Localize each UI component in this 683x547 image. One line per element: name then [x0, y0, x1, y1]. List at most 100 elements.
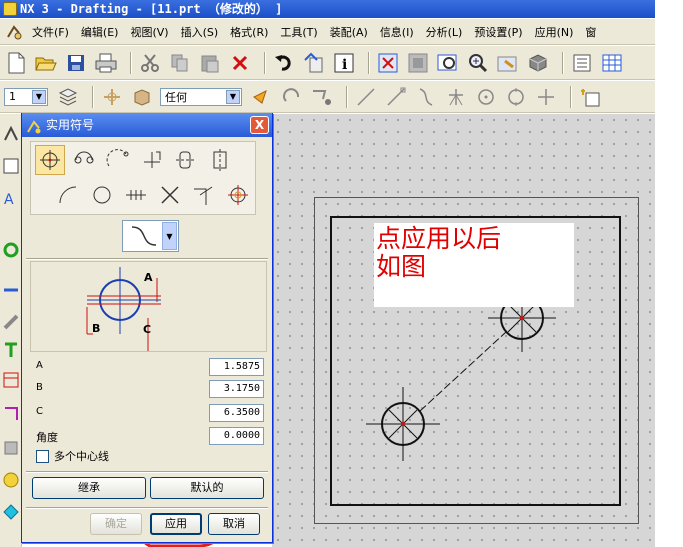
deselect-icon[interactable]	[280, 85, 304, 109]
utility-symbols-dialog: 实用符号 X ▼ A B C A 1.5875 B 3.1750 C 6.350…	[21, 113, 273, 543]
cylindrical-centerline-button[interactable]	[171, 145, 201, 175]
save-icon[interactable]	[64, 51, 88, 75]
zoom-box-icon[interactable]	[436, 51, 460, 75]
repeat-command-icon[interactable]	[302, 51, 326, 75]
zoom-in-out-icon[interactable]	[466, 51, 490, 75]
annotation-icon[interactable]	[578, 85, 602, 109]
paste-icon[interactable]	[198, 51, 222, 75]
measure-tool-icon[interactable]	[3, 314, 19, 330]
nx-logo-icon	[3, 2, 17, 16]
snap-point-icon[interactable]	[100, 85, 124, 109]
circular-centerline-icon	[106, 149, 129, 167]
copy-icon[interactable]	[168, 51, 192, 75]
circular-centerline-button[interactable]	[103, 145, 133, 175]
menu-application[interactable]: 应用(N)	[529, 24, 580, 40]
arc-center-snap-icon[interactable]	[474, 85, 498, 109]
inherit-button[interactable]: 继承	[32, 477, 146, 499]
chevron-down-icon: ▼	[32, 89, 46, 104]
menu-view[interactable]: 视图(V)	[124, 24, 174, 40]
dialog-title-bar[interactable]: 实用符号 X	[22, 113, 272, 137]
undo-icon[interactable]	[272, 51, 296, 75]
apply-button[interactable]: 应用	[150, 513, 202, 535]
quadrant-snap-icon[interactable]	[504, 85, 528, 109]
yellow-tool-icon[interactable]	[3, 472, 19, 488]
section-divider	[26, 471, 268, 473]
param-c-input[interactable]: 6.3500	[209, 404, 264, 422]
gray-tool-icon[interactable]	[3, 440, 19, 456]
information-icon[interactable]: i	[332, 51, 356, 75]
selection-tool-icon[interactable]	[310, 85, 334, 109]
drafting-app-icon[interactable]	[6, 24, 22, 40]
fit-view-icon[interactable]	[376, 51, 400, 75]
drafting-tool-icon[interactable]	[3, 125, 19, 142]
select-filter-icon[interactable]	[250, 85, 274, 109]
intersection-snap-icon[interactable]	[444, 85, 468, 109]
new-file-icon[interactable]	[4, 51, 28, 75]
centerline-style-select[interactable]: ▼	[122, 220, 179, 252]
dialog-app-icon	[27, 118, 41, 134]
full-bolt-circle-button[interactable]	[87, 180, 117, 210]
layer-settings-icon[interactable]	[56, 85, 80, 109]
symbol-tool-icon[interactable]	[3, 406, 19, 422]
selection-filter-dropdown[interactable]: 任何 ▼	[160, 87, 242, 106]
intersection-symbol-button[interactable]	[189, 180, 219, 210]
end-point-snap-icon[interactable]	[384, 85, 408, 109]
open-folder-icon[interactable]	[34, 51, 58, 75]
arc-centerline-button[interactable]	[53, 180, 83, 210]
multi-centerline-label: 多个中心线	[54, 450, 109, 463]
existing-point-snap-icon[interactable]	[534, 85, 558, 109]
param-b-input[interactable]: 3.1750	[209, 380, 264, 398]
dimension-tool-icon[interactable]	[3, 282, 19, 298]
screw-symbol-button[interactable]	[223, 180, 253, 210]
text-tool-icon[interactable]: A	[3, 190, 19, 208]
param-angle-input[interactable]: 0.0000	[209, 427, 264, 445]
line-snap-icon[interactable]	[354, 85, 378, 109]
menu-analysis[interactable]: 分析(L)	[420, 24, 469, 40]
menu-edit[interactable]: 编辑(E)	[75, 24, 125, 40]
view-tool-icon[interactable]	[3, 158, 19, 174]
menu-insert[interactable]: 插入(S)	[175, 24, 225, 40]
centermark-symbol-button[interactable]	[35, 145, 65, 175]
default-button[interactable]: 默认的	[150, 477, 264, 499]
green-tool-icon[interactable]	[3, 242, 19, 258]
menu-preferences[interactable]: 预设置(P)	[468, 24, 528, 40]
solid-body-icon[interactable]	[130, 85, 154, 109]
menu-tools[interactable]: 工具(T)	[274, 24, 323, 40]
cyan-tool-icon[interactable]	[3, 504, 19, 520]
symbol-preview: A B C	[30, 261, 267, 352]
multi-centerline-option[interactable]: 多个中心线	[36, 448, 109, 464]
pan-icon[interactable]	[496, 51, 520, 75]
tee-tool-icon[interactable]	[3, 342, 19, 358]
intersection-symbol-icon	[194, 186, 213, 205]
window-title-bar: NX 3 - Drafting - [11.prt （修改的） ]	[0, 0, 655, 18]
cancel-button[interactable]: 取消	[208, 513, 260, 535]
close-button[interactable]: X	[250, 116, 269, 134]
menu-file[interactable]: 文件(F)	[26, 24, 75, 40]
multi-centerline-checkbox[interactable]	[36, 449, 49, 463]
centermark-icon	[40, 150, 60, 170]
mid-point-snap-icon[interactable]	[414, 85, 438, 109]
cut-icon[interactable]	[138, 51, 162, 75]
toolbar-separator	[130, 51, 132, 74]
table-icon[interactable]	[600, 51, 624, 75]
print-icon[interactable]	[94, 51, 118, 75]
delete-icon[interactable]	[228, 51, 252, 75]
symmetric-centerline-button[interactable]	[205, 145, 235, 175]
drawing-list-icon[interactable]	[570, 51, 594, 75]
menu-info[interactable]: 信息(I)	[374, 24, 420, 40]
table-tool-icon[interactable]	[3, 372, 19, 388]
offset-centerpoint-button[interactable]	[137, 145, 167, 175]
menu-window[interactable]: 窗	[579, 24, 602, 40]
shaded-view-icon[interactable]	[526, 51, 550, 75]
toolbar-separator	[92, 85, 94, 108]
window-title: NX 3 - Drafting - [11.prt （修改的） ]	[20, 2, 283, 16]
linear-centerline-button[interactable]	[121, 180, 151, 210]
target-point-button[interactable]	[155, 180, 185, 210]
param-a-input[interactable]: 1.5875	[209, 358, 264, 376]
ok-button[interactable]: 确定	[90, 513, 142, 535]
bolt-circle-button[interactable]	[69, 145, 99, 175]
menu-format[interactable]: 格式(R)	[224, 24, 274, 40]
menu-assembly[interactable]: 装配(A)	[324, 24, 374, 40]
zoom-window-icon[interactable]	[406, 51, 430, 75]
layer-dropdown[interactable]: 1 ▼	[4, 87, 48, 106]
